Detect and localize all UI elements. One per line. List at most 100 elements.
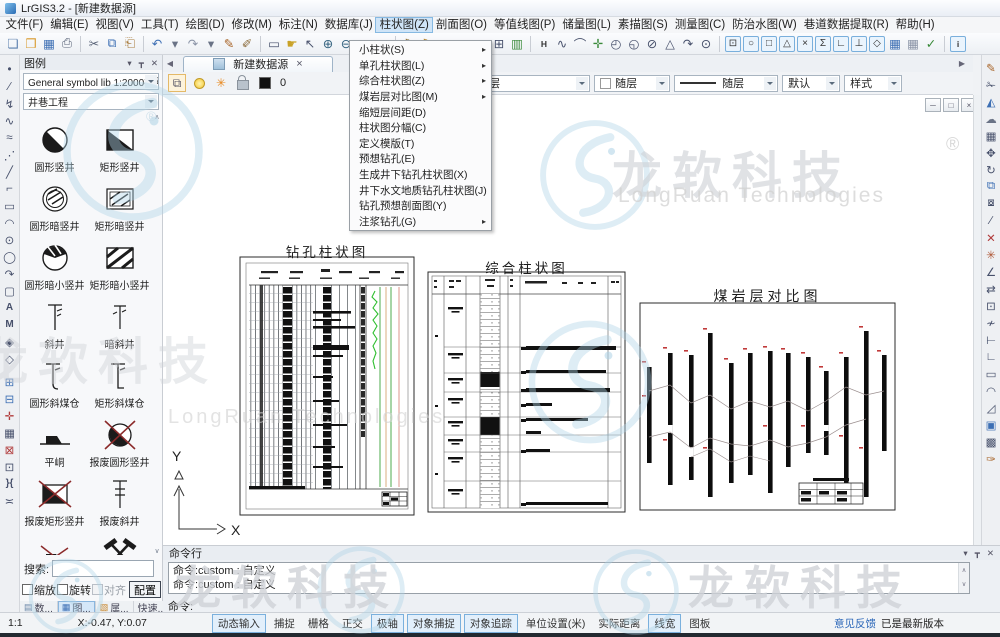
drawing-canvas[interactable]: Y X 钻孔柱状图 综合柱状图 煤岩层对比图 ─ □ × (163, 95, 973, 545)
new-file-icon[interactable]: ❏ (5, 35, 22, 52)
select-icon[interactable]: ↖ (302, 35, 319, 52)
tab-new-datasource[interactable]: 新建数据源 × (183, 56, 333, 72)
measure-width-icon[interactable]: H (536, 35, 553, 52)
format-brush-icon[interactable]: ✎ (983, 59, 1000, 76)
symbol-rect-blind-shaft[interactable]: 矩形暗竖井 (88, 172, 152, 231)
menu-item-borehole-predict-section[interactable]: 钻孔预想剖面图(Y) (350, 198, 491, 214)
menu-sketch-chart[interactable]: 素描图(S) (614, 18, 671, 32)
doc-restore-button[interactable]: □ (943, 98, 959, 112)
menu-view[interactable]: 视图(V) (92, 18, 137, 32)
grid-toggle[interactable]: 栅格 (303, 615, 334, 632)
mtext-tool-icon[interactable]: M (1, 316, 18, 333)
search-input[interactable] (52, 560, 154, 577)
real-distance-toggle[interactable]: 实际距离 (593, 615, 645, 632)
redo-dropdown-icon[interactable]: ▾ (203, 35, 220, 52)
symbol-circle-small-blind-shaft[interactable]: 圆形暗小竖井 (23, 231, 87, 290)
symbol-rect-small-blind-shaft[interactable]: 矩形暗小竖井 (88, 231, 152, 290)
snap-toggle[interactable]: 捕捉 (269, 615, 300, 632)
menu-item-single-hole-column[interactable]: 单孔柱状图(L)▸ (350, 58, 491, 74)
symbol-circle-blind-shaft[interactable]: 圆形暗竖井 (23, 172, 87, 231)
save-file-icon[interactable]: ▦ (41, 35, 58, 52)
otrack-toggle[interactable]: 对象追踪 (464, 614, 518, 633)
symbol-category-select[interactable]: 井巷工程 (23, 93, 159, 110)
station-icon[interactable]: ✛ (590, 35, 607, 52)
board-toggle[interactable]: 图板 (684, 615, 715, 632)
color-select[interactable]: 随层 (594, 75, 670, 92)
symbol-scrap-rect-shaft[interactable]: 报废矩形竖井 (23, 467, 87, 526)
rectangle-tool-icon[interactable]: ▭ (1, 197, 18, 214)
menu-item-shorten-spacing[interactable]: 缩短层间距(D) (350, 104, 491, 120)
panel-collapse-icon[interactable]: ▾ (127, 58, 131, 68)
symbol-scrap-adit[interactable] (23, 526, 87, 555)
menu-item-composite-column[interactable]: 综合柱状图(Z)▸ (350, 73, 491, 89)
pattern-tool-icon[interactable]: ◇ (1, 350, 18, 367)
symbol-crossed-hammers[interactable] (88, 526, 152, 555)
break-tool-icon[interactable]: ∕ (983, 212, 1000, 229)
menu-item-coal-rock-compare[interactable]: 煤岩层对比图(M)▸ (350, 89, 491, 105)
roundrect-tool-icon[interactable]: ▢ (1, 282, 18, 299)
align-tool-icon[interactable]: ≍ (1, 492, 18, 509)
redo-icon[interactable]: ↷ (185, 35, 202, 52)
move-tool-icon[interactable]: ✥ (983, 144, 1000, 161)
fillet-tool-icon[interactable]: ◠ (983, 382, 1000, 399)
symbol-scrap-circle-shaft[interactable]: 报废圆形竖井 (88, 408, 152, 467)
snap-node-icon[interactable]: ○ (743, 36, 759, 52)
center-point-icon[interactable]: ⊙ (698, 35, 715, 52)
menu-reserves-chart[interactable]: 储量图(L) (559, 18, 615, 32)
ellipse-tool-icon[interactable]: ◯ (1, 248, 18, 265)
menu-survey-chart[interactable]: 测量图(C) (671, 18, 728, 32)
units-button[interactable]: 单位设置(米) (521, 615, 591, 632)
layer-freeze-icon[interactable]: ✳ (212, 74, 230, 92)
snap-insertion-icon[interactable]: Σ (815, 36, 831, 52)
layer-lock-icon[interactable] (234, 74, 252, 92)
snap-extension-icon[interactable]: × (797, 36, 813, 52)
polar-toggle[interactable]: 极轴 (371, 614, 404, 633)
panel-pin-icon[interactable]: ┳ (975, 548, 980, 559)
info-icon[interactable]: i (950, 36, 966, 52)
linetype-select[interactable]: 随层 (674, 75, 778, 92)
rotate-checkbox[interactable]: 旋转 (57, 582, 91, 598)
cloud-tool-icon[interactable]: ☁ (983, 110, 1000, 127)
menu-water-control-chart[interactable]: 防治水图(W) (729, 18, 801, 32)
symbol-blind-incline-shaft[interactable]: 暗斜井 (88, 290, 152, 349)
spline-tool-icon[interactable]: ∿ (1, 112, 18, 129)
symbol-adit[interactable]: 平峒 (23, 408, 87, 467)
menu-item-underground-hydro-column[interactable]: 井下水文地质钻孔柱状图(J) (350, 182, 491, 198)
snap-quadrant-icon[interactable]: □ (761, 36, 777, 52)
extend-tool-icon[interactable]: ⊢ (983, 331, 1000, 348)
symbol-incline-shaft[interactable]: 斜井 (23, 290, 87, 349)
doc-close-button[interactable]: × (961, 98, 973, 112)
symbol-circle-shaft[interactable]: 圆形竖井 (23, 113, 87, 172)
undo-icon[interactable]: ↶ (149, 35, 166, 52)
angle-tool-icon[interactable]: ∠ (983, 263, 1000, 280)
fill-tool-icon[interactable]: ▩ (983, 433, 1000, 450)
measure-arc-icon[interactable]: ⌒ (572, 35, 589, 52)
corner-tool-icon[interactable]: ∟ (983, 348, 1000, 365)
join-tool-icon[interactable]: }{ (1, 475, 18, 492)
menu-roadway-extract[interactable]: 巷道数据提取(R) (800, 18, 892, 32)
tab-close-icon[interactable]: × (296, 58, 302, 70)
reverse-tool-icon[interactable]: ⇄ (983, 280, 1000, 297)
style-select[interactable]: 样式 (844, 75, 902, 92)
trim-tool-icon[interactable]: ≁ (983, 314, 1000, 331)
scale-checkbox[interactable]: 缩放 (22, 582, 56, 598)
plot-icon[interactable]: ⎙ (59, 35, 76, 52)
node-add-icon[interactable]: ⊞ (1, 373, 18, 390)
menu-annotate[interactable]: 标注(N) (275, 18, 321, 32)
clip-tool-icon[interactable]: ⊡ (983, 297, 1000, 314)
menu-edit[interactable]: 编辑(E) (47, 18, 92, 32)
arc-tool-icon[interactable]: ◠ (1, 214, 18, 231)
snap-tangent-icon[interactable]: ⊥ (851, 36, 867, 52)
point-tool-icon[interactable]: • (1, 61, 18, 78)
osnap-toggle[interactable]: 对象捕捉 (407, 614, 461, 633)
segment-tool-icon[interactable]: ╱ (1, 163, 18, 180)
arc-3pt-icon[interactable]: ↷ (1, 265, 18, 282)
dashed-line-icon[interactable]: ⋰ (1, 146, 18, 163)
command-history[interactable]: 命令:custom : 自定义 命令:custom : 自定义 ∧ ∨ (168, 562, 970, 594)
menu-item-predict-borehole[interactable]: 预想钻孔(E) (350, 151, 491, 167)
symbol-rect-coal-bunker[interactable]: 矩形斜煤仓 (88, 349, 152, 408)
node-station-icon[interactable]: ⊡ (1, 458, 18, 475)
snap-nearest-icon[interactable]: ◇ (869, 36, 885, 52)
menu-draw[interactable]: 绘图(D) (182, 18, 228, 32)
undo-dropdown-icon[interactable]: ▾ (167, 35, 184, 52)
